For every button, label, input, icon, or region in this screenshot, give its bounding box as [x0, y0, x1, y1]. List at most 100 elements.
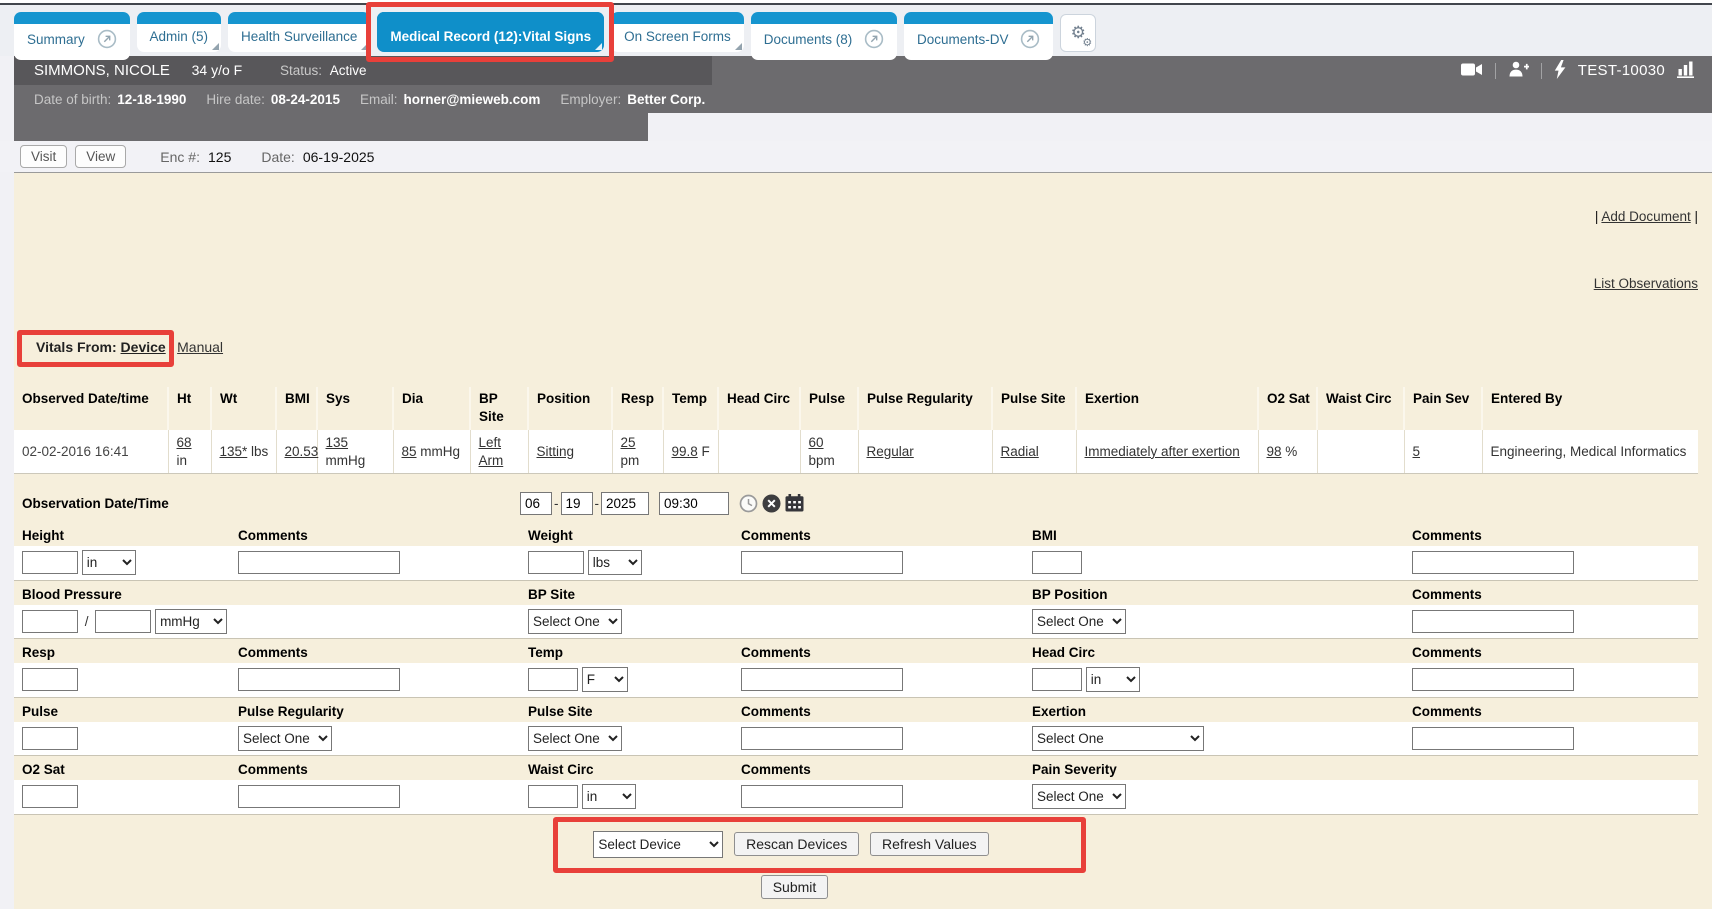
cell-ht: 68 in [168, 430, 211, 474]
settings-gear-icon[interactable]: ⚙⚙ [1060, 14, 1096, 52]
col-bp-site: BP Site [470, 387, 528, 430]
obs-year-input[interactable] [601, 492, 649, 515]
submit-row: Submit [14, 875, 1698, 899]
clear-date-icon[interactable] [762, 494, 781, 513]
refresh-values-button[interactable]: Refresh Values [870, 832, 989, 856]
obs-time-input[interactable] [659, 492, 729, 515]
form-input-row: in lbs [14, 546, 1698, 580]
vitals-from-device-link[interactable]: Device [121, 339, 166, 355]
hire-date-label: Hire date: [206, 92, 265, 107]
bp-site-link[interactable]: Left Arm [479, 435, 504, 468]
head-circ-comments-input[interactable] [1412, 668, 1574, 691]
open-in-new-icon[interactable] [97, 29, 117, 53]
comments-label: Comments [1404, 697, 1698, 722]
pain-sev-link[interactable]: 5 [1413, 444, 1421, 459]
open-in-new-icon[interactable] [1020, 29, 1040, 53]
clock-icon[interactable] [739, 494, 758, 513]
tab-health-surveillance[interactable]: Health Surveillance [228, 12, 370, 52]
add-person-icon[interactable] [1508, 61, 1529, 80]
tab-admin[interactable]: Admin (5) [137, 12, 222, 52]
video-camera-icon[interactable] [1461, 63, 1483, 79]
bp-comments-input[interactable] [1412, 610, 1574, 633]
bp-diastolic-input[interactable] [95, 610, 151, 633]
tab-summary[interactable]: Summary [14, 12, 130, 60]
form-input-row: in Select One [14, 780, 1698, 814]
wt-link[interactable]: 135* [220, 444, 248, 459]
patient-name: SIMMONS, NICOLE [34, 62, 170, 79]
exertion-link[interactable]: Immediately after exertion [1085, 444, 1240, 459]
calendar-icon[interactable] [785, 494, 804, 512]
pulse-site-select[interactable]: Select One [528, 726, 622, 751]
sys-link[interactable]: 135 [326, 435, 349, 450]
pulse-site-label: Pulse Site [520, 697, 733, 722]
resp-link[interactable]: 25 [621, 435, 636, 450]
obs-day-input[interactable] [561, 492, 593, 515]
bmi-comments-input[interactable] [1412, 551, 1574, 574]
bp-unit-select[interactable]: mmHg [155, 609, 227, 634]
weight-input[interactable] [528, 551, 584, 574]
exertion-select[interactable]: Select One [1032, 726, 1204, 751]
status-value: Active [330, 63, 367, 78]
bp-site-select[interactable]: Select One [528, 609, 622, 634]
tab-documents-dv[interactable]: Documents-DV [904, 12, 1053, 60]
observation-datetime-row: Observation Date/Time - - [14, 488, 1698, 518]
rescan-devices-button[interactable]: Rescan Devices [734, 832, 859, 856]
height-comments-input[interactable] [238, 551, 400, 574]
temp-input[interactable] [528, 668, 578, 691]
cell-pain-sev: 5 [1404, 430, 1482, 474]
vitals-from-manual-link[interactable]: Manual [177, 339, 223, 355]
pulse-link[interactable]: 60 [809, 435, 824, 450]
pain-severity-select[interactable]: Select One [1032, 784, 1126, 809]
o2-sat-input[interactable] [22, 785, 78, 808]
tab-medical-record-vital-signs[interactable]: Medical Record (12):Vital Signs [377, 12, 604, 52]
pulse-regularity-select[interactable]: Select One [238, 726, 332, 751]
pulse-comments-input[interactable] [741, 727, 903, 750]
col-bmi: BMI [276, 387, 317, 430]
pulse-input[interactable] [22, 727, 78, 750]
obs-month-input[interactable] [520, 492, 552, 515]
temp-unit-select[interactable]: F [582, 667, 628, 692]
dia-link[interactable]: 85 [402, 444, 417, 459]
height-unit-select[interactable]: in [82, 550, 136, 575]
comments-label: Comments [1404, 522, 1698, 546]
col-waist-circ: Waist Circ [1317, 387, 1404, 430]
visit-button[interactable]: Visit [20, 145, 67, 168]
waist-circ-unit-select[interactable]: in [582, 784, 636, 809]
flowsheet-chart-icon[interactable] [1677, 61, 1698, 81]
submit-button[interactable]: Submit [761, 875, 829, 899]
resp-input[interactable] [22, 668, 78, 691]
tab-on-screen-forms[interactable]: On Screen Forms [611, 12, 744, 52]
weight-unit-select[interactable]: lbs [588, 550, 642, 575]
add-document-link[interactable]: Add Document [1601, 209, 1690, 224]
temp-link[interactable]: 99.8 [672, 444, 698, 459]
o2-sat-link[interactable]: 98 [1267, 444, 1282, 459]
ht-link[interactable]: 68 [177, 435, 192, 450]
open-in-new-icon[interactable] [864, 29, 884, 53]
bmi-input[interactable] [1032, 551, 1082, 574]
waist-circ-comments-input[interactable] [741, 785, 903, 808]
view-button[interactable]: View [75, 145, 126, 168]
exertion-comments-input[interactable] [1412, 727, 1574, 750]
waist-circ-input[interactable] [528, 785, 578, 808]
temp-comments-input[interactable] [741, 668, 903, 691]
head-circ-unit-select[interactable]: in [1086, 667, 1140, 692]
quick-action-bolt-icon[interactable] [1554, 60, 1566, 82]
bp-position-select[interactable]: Select One [1032, 609, 1126, 634]
height-input[interactable] [22, 551, 78, 574]
select-device-dropdown[interactable]: Select Device [593, 831, 723, 858]
bp-systolic-input[interactable] [22, 610, 78, 633]
cell-observed: 02-02-2016 16:41 [14, 430, 168, 474]
pulse-regularity-link[interactable]: Regular [867, 444, 914, 459]
list-observations-link[interactable]: List Observations [1594, 276, 1698, 291]
vitals-entry-form: Height Comments Weight Comments BMI Comm… [14, 522, 1698, 815]
weight-comments-input[interactable] [741, 551, 903, 574]
head-circ-input[interactable] [1032, 668, 1082, 691]
position-link[interactable]: Sitting [537, 444, 575, 459]
comments-label: Comments [733, 697, 1024, 722]
resp-comments-input[interactable] [238, 668, 400, 691]
cell-wt: 135* lbs [211, 430, 276, 474]
tab-documents[interactable]: Documents (8) [751, 12, 897, 60]
o2-sat-comments-input[interactable] [238, 785, 400, 808]
pulse-site-link[interactable]: Radial [1001, 444, 1039, 459]
bmi-link[interactable]: 20.53 [285, 444, 319, 459]
